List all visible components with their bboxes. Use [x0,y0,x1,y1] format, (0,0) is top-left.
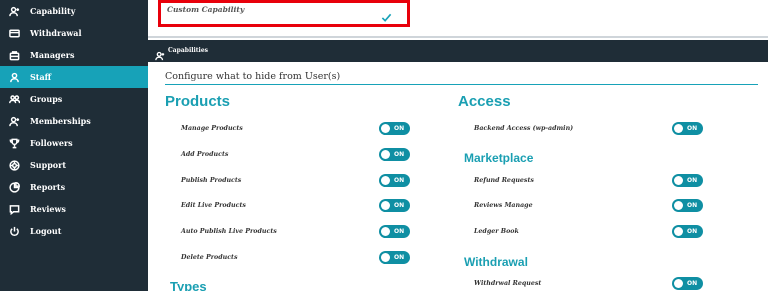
row-label: Manage Products [181,125,243,132]
toggle-backend-access[interactable]: ON [672,122,703,135]
sidebar-item-label: Reviews [30,204,66,214]
toggle-knob [381,227,390,236]
toggle-withdrawal-request[interactable]: ON [672,277,703,290]
pie-chart-icon [8,181,20,193]
toggle-text: ON [394,202,405,209]
toggle-text: ON [394,254,405,261]
power-icon [8,225,20,237]
sidebar-item-memberships[interactable]: Memberships [0,110,148,132]
toggle-knob [674,227,683,236]
row-label: Reviews Manage [474,202,533,209]
sidebar-item-reports[interactable]: Reports [0,176,148,198]
user-plus-icon [8,5,20,17]
toggle-knob [674,279,683,288]
toggle-auto-publish-live-products[interactable]: ON [379,225,410,238]
sidebar-item-groups[interactable]: Groups [0,88,148,110]
lifebuoy-icon [8,159,20,171]
toggle-delete-products[interactable]: ON [379,251,410,264]
toggle-publish-products[interactable]: ON [379,174,410,187]
capabilities-title: Capabilities [168,47,209,54]
toggle-text: ON [687,228,698,235]
toggle-knob [674,124,683,133]
toggle-reviews-manage[interactable]: ON [672,199,703,212]
sidebar-item-label: Support [30,160,67,170]
users-icon [8,93,20,105]
toggle-text: ON [394,125,405,132]
toggle-text: ON [394,177,405,184]
user-plus-icon [155,46,165,61]
toggle-knob [674,201,683,210]
toggle-text: ON [687,177,698,184]
user-icon [8,71,20,83]
comment-icon [8,203,20,215]
toggle-text: ON [687,125,698,132]
row-label: Withdrwal Request [474,280,542,287]
sidebar-item-capability[interactable]: Capability [0,0,148,22]
sidebar-item-staff[interactable]: Staff [0,66,148,88]
sidebar-item-logout[interactable]: Logout [0,220,148,242]
trophy-icon [8,137,20,149]
toggle-text: ON [687,280,698,287]
custom-capability-box: Custom Capability [158,0,410,27]
access-title: Access [458,93,511,110]
row-label: Delete Products [181,254,238,261]
toggle-knob [381,253,390,262]
sidebar-item-label: Reports [30,182,66,192]
withdrawal-title: Withdrawal [464,255,528,269]
toggle-knob [381,201,390,210]
sidebar-item-label: Managers [30,50,75,60]
row-label: Auto Publish Live Products [181,228,277,235]
capabilities-header: Capabilities [148,40,768,62]
sidebar-item-label: Capability [30,6,76,16]
sidebar-item-label: Memberships [30,116,91,126]
sidebar-item-withdrawal[interactable]: Withdrawal [0,22,148,44]
toggle-add-products[interactable]: ON [379,148,410,161]
user-plus-icon [8,115,20,127]
row-label: Publish Products [181,177,242,184]
main-panel: Custom Capability Capabilities Configure… [148,0,768,291]
briefcase-icon [8,49,20,61]
toggle-ledger-book[interactable]: ON [672,225,703,238]
sidebar: Capability Withdrawal Managers Staff Gro… [0,0,148,291]
sidebar-item-label: Staff [30,72,52,82]
divider [165,84,758,85]
checkmark-icon[interactable] [381,8,392,22]
sidebar-item-label: Followers [30,138,73,148]
custom-capability-label: Custom Capability [167,5,245,14]
row-label: Add Products [181,151,229,158]
sidebar-item-label: Groups [30,94,63,104]
sidebar-item-followers[interactable]: Followers [0,132,148,154]
row-label: Edit Live Products [181,202,246,209]
toggle-knob [381,176,390,185]
sidebar-item-reviews[interactable]: Reviews [0,198,148,220]
row-label: Backend Access (wp-admin) [474,125,574,132]
sidebar-item-label: Withdrawal [30,28,82,38]
toggle-knob [381,124,390,133]
toggle-refund-requests[interactable]: ON [672,174,703,187]
toggle-text: ON [394,228,405,235]
divider [148,36,768,38]
toggle-text: ON [687,202,698,209]
products-title: Products [165,93,231,110]
toggle-knob [674,176,683,185]
marketplace-title: Marketplace [464,151,534,165]
row-label: Ledger Book [474,228,519,235]
sidebar-item-label: Logout [30,226,62,236]
toggle-text: ON [394,151,405,158]
configure-heading: Configure what to hide from User(s) [165,71,341,82]
row-label: Refund Requests [474,177,534,184]
toggle-knob [381,150,390,159]
types-title: Types [170,279,207,291]
toggle-manage-products[interactable]: ON [379,122,410,135]
sidebar-item-support[interactable]: Support [0,154,148,176]
credit-card-icon [8,27,20,39]
toggle-edit-live-products[interactable]: ON [379,199,410,212]
sidebar-item-managers[interactable]: Managers [0,44,148,66]
